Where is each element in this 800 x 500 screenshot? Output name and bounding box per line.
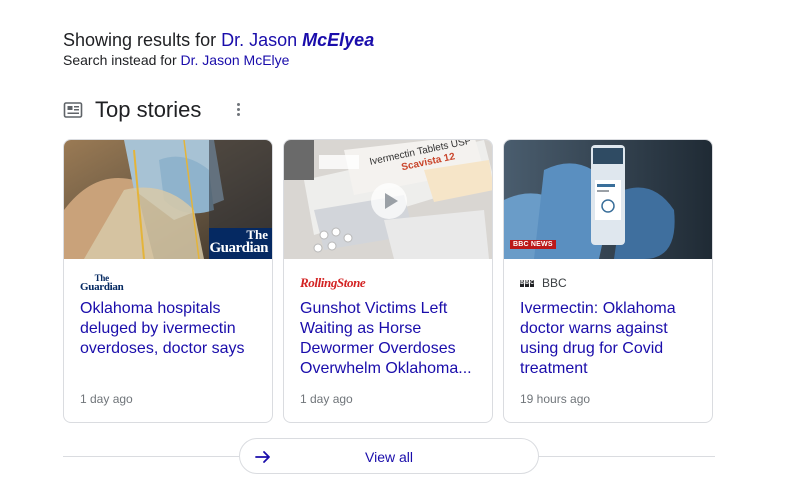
story-age: 19 hours ago (520, 392, 591, 406)
story-card-rolling-stone[interactable]: Ivermectin Tablets USP Scavista 12 Rolli… (283, 139, 493, 423)
top-stories-header: Top stories (63, 96, 201, 124)
corrected-query-link[interactable]: Dr. Jason McElyea (221, 30, 374, 50)
top-stories-title: Top stories (95, 97, 202, 122)
search-instead-label: Search instead for (63, 52, 177, 68)
corrected-query-first: Dr. Jason (221, 30, 298, 50)
story-thumbnail: BBC NEWS (504, 140, 712, 259)
showing-results-label: Showing results for (63, 30, 217, 50)
divider (539, 456, 715, 457)
story-headline[interactable]: Oklahoma hospitals deluged by ivermectin… (80, 299, 260, 359)
search-instead-line: Search instead for Dr. Jason McElye (63, 51, 289, 69)
story-age: 1 day ago (300, 392, 353, 406)
bbc-news-badge: BBC NEWS (510, 240, 556, 249)
previous-result-remnant (63, 0, 323, 2)
story-age: 1 day ago (80, 392, 133, 406)
thumbnail-logo-line-2: Guardian (209, 240, 268, 256)
publisher-logo: BBC BBC (520, 275, 567, 291)
bbc-news-badge-text: BBC NEWS (513, 241, 553, 248)
thumbnail-publisher-logo: The Guardian (209, 228, 268, 256)
corrected-query-emphasis: McElyea (302, 30, 375, 50)
play-button[interactable] (371, 183, 407, 219)
more-vert-icon[interactable] (228, 98, 248, 120)
showing-results-line: Showing results for Dr. Jason McElyea (63, 29, 374, 51)
story-card-guardian[interactable]: The Guardian The Guardian Oklahoma hospi… (63, 139, 273, 423)
publisher-logo: RollingStone (300, 275, 366, 291)
view-all-button[interactable]: View all (239, 438, 539, 474)
publisher-logo-line-2: Guardian (80, 281, 124, 293)
story-headline[interactable]: Ivermectin: Oklahoma doctor warns agains… (520, 299, 700, 379)
story-card-bbc[interactable]: BBC NEWS BBC BBC Ivermectin: Oklahoma do… (503, 139, 713, 423)
story-headline[interactable]: Gunshot Victims Left Waiting as Horse De… (300, 299, 480, 379)
publisher-logo: The Guardian (80, 274, 124, 293)
story-thumbnail: Ivermectin Tablets USP Scavista 12 (284, 140, 492, 259)
publisher-logo-text: RollingStone (300, 275, 366, 290)
search-results-page: Showing results for Dr. Jason McElyea Se… (0, 0, 800, 500)
divider (63, 456, 239, 457)
story-thumbnail: The Guardian (64, 140, 272, 259)
play-icon (385, 193, 398, 209)
original-query-link[interactable]: Dr. Jason McElye (181, 52, 290, 68)
bbc-logo-icon: BBC (520, 279, 534, 287)
publisher-name: BBC (542, 276, 567, 290)
view-all-label: View all (365, 449, 413, 465)
newspaper-icon (63, 102, 83, 118)
